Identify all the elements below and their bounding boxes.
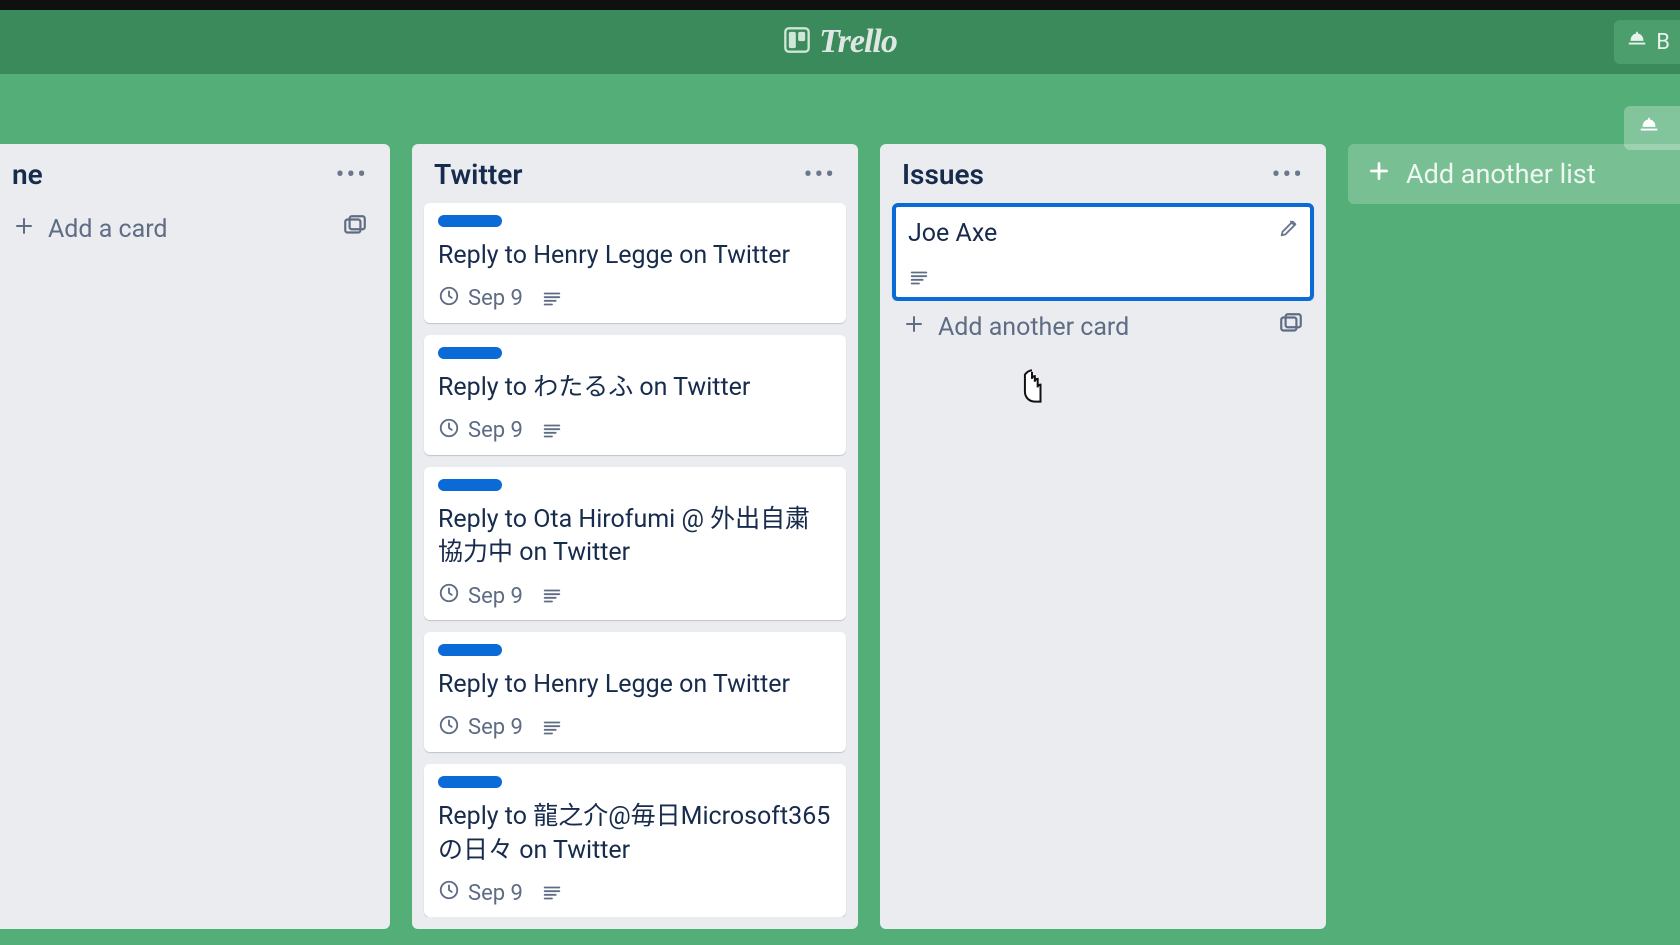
due-date-badge: Sep 9 — [438, 417, 523, 445]
clock-icon — [438, 714, 460, 742]
list-issues: Issues ••• Joe Axe — [880, 144, 1326, 929]
due-date-text: Sep 9 — [468, 584, 523, 609]
card-label-blue[interactable] — [438, 479, 502, 491]
card-title: Reply to わたるふ on Twitter — [438, 371, 832, 405]
list-menu-icon[interactable]: ••• — [1272, 160, 1304, 190]
card-title: Joe Axe — [908, 217, 1298, 251]
due-date-badge: Sep 9 — [438, 714, 523, 742]
add-card-label: Add a card — [48, 215, 168, 244]
card-title: Reply to Ota Hirofumi @ 外出自粛協力中 on Twitt… — [438, 503, 832, 571]
plus-icon — [12, 214, 36, 245]
card-highlighted[interactable]: Joe Axe — [892, 203, 1314, 301]
card[interactable]: Reply to Henry Legge on Twitter Sep 9 — [424, 203, 846, 323]
board-canvas: ne ••• Add a card Twitter ••• — [0, 74, 1680, 945]
due-date-text: Sep 9 — [468, 881, 523, 906]
window-top-bar — [0, 0, 1680, 10]
trello-board-icon — [783, 26, 811, 58]
description-icon — [541, 420, 563, 442]
cards-container: Joe Axe — [890, 203, 1316, 301]
add-another-list-button[interactable]: Add another list — [1348, 144, 1680, 204]
clock-icon — [438, 417, 460, 445]
card-label-blue[interactable] — [438, 215, 502, 227]
header-right-button[interactable]: B — [1614, 20, 1680, 64]
add-card-button[interactable]: Add a card — [0, 203, 380, 248]
plus-icon — [1366, 158, 1392, 191]
add-another-card-button[interactable]: Add another card — [890, 301, 1316, 346]
list-header: Twitter ••• — [422, 158, 848, 203]
card-badges: Sep 9 — [438, 582, 832, 610]
add-card-label: Add another card — [938, 313, 1129, 342]
card-title: Reply to 龍之介@毎日Microsoft365の日々 on Twitte… — [438, 800, 832, 868]
due-date-badge: Sep 9 — [438, 879, 523, 907]
description-icon — [541, 585, 563, 607]
list-title[interactable]: Twitter — [434, 158, 522, 191]
due-date-text: Sep 9 — [468, 286, 523, 311]
card-badges: Sep 9 — [438, 879, 832, 907]
list-scrollbar[interactable] — [852, 148, 866, 925]
due-date-text: Sep 9 — [468, 418, 523, 443]
card-label-blue[interactable] — [438, 776, 502, 788]
card-template-icon[interactable] — [1278, 311, 1304, 344]
list-partial-left: ne ••• Add a card — [0, 144, 390, 929]
card-template-icon[interactable] — [342, 213, 368, 246]
card-badges: Sep 9 — [438, 285, 832, 313]
add-list-label: Add another list — [1406, 158, 1596, 190]
list-twitter: Twitter ••• Reply to Henry Legge on Twit… — [412, 144, 858, 929]
card[interactable]: Reply to Henry Legge on Twitter Sep 9 — [424, 632, 846, 752]
due-date-text: Sep 9 — [468, 715, 523, 740]
card[interactable]: Reply to 龍之介@毎日Microsoft365の日々 on Twitte… — [424, 764, 846, 918]
card[interactable]: Reply to Ota Hirofumi @ 外出自粛協力中 on Twitt… — [424, 467, 846, 621]
trello-logo[interactable]: Trello — [783, 23, 897, 61]
card-badges — [908, 267, 1298, 289]
card-badges: Sep 9 — [438, 417, 832, 445]
cards-container: Reply to Henry Legge on Twitter Sep 9 Re… — [422, 203, 848, 917]
due-date-badge: Sep 9 — [438, 285, 523, 313]
plus-icon — [902, 312, 926, 343]
list-menu-icon[interactable]: ••• — [336, 160, 368, 190]
header-right-letter: B — [1656, 30, 1670, 55]
clock-icon — [438, 582, 460, 610]
list-title[interactable]: ne — [12, 158, 43, 191]
lists-row: ne ••• Add a card Twitter ••• — [0, 144, 1680, 929]
list-header: ne ••• — [0, 158, 380, 203]
card[interactable]: Reply to わたるふ on Twitter Sep 9 — [424, 335, 846, 455]
description-icon — [908, 267, 930, 289]
card-title: Reply to Henry Legge on Twitter — [438, 239, 832, 273]
app-header: Trello B — [0, 10, 1680, 74]
edit-card-icon[interactable] — [1278, 217, 1300, 243]
card-label-blue[interactable] — [438, 644, 502, 656]
description-icon — [541, 717, 563, 739]
list-menu-icon[interactable]: ••• — [804, 160, 836, 190]
list-header: Issues ••• — [890, 158, 1316, 203]
card-title: Reply to Henry Legge on Twitter — [438, 668, 832, 702]
description-icon — [541, 882, 563, 904]
concierge-icon — [1638, 114, 1660, 142]
list-title[interactable]: Issues — [902, 158, 984, 191]
description-icon — [541, 288, 563, 310]
due-date-badge: Sep 9 — [438, 582, 523, 610]
trello-logo-text: Trello — [819, 23, 897, 61]
card-badges: Sep 9 — [438, 714, 832, 742]
clock-icon — [438, 879, 460, 907]
concierge-icon — [1626, 28, 1648, 56]
card-label-blue[interactable] — [438, 347, 502, 359]
clock-icon — [438, 285, 460, 313]
